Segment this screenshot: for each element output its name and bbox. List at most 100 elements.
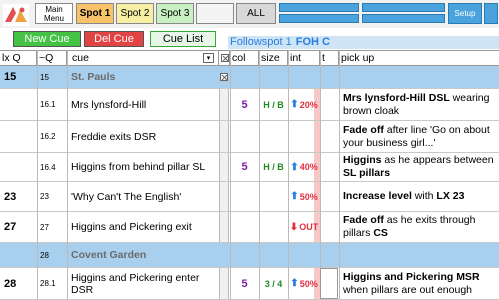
col-header-x[interactable]	[219, 51, 230, 66]
table-row[interactable]: 28 28.1 Higgins and Pickering enter DSR 5 3 …	[0, 268, 499, 300]
delete-cue-button[interactable]: Del Cue	[84, 31, 144, 47]
all-spots-tab[interactable]: ALL	[236, 3, 276, 24]
spot2-tab[interactable]: Spot 2	[116, 3, 154, 24]
lx-cue-number[interactable]	[0, 243, 37, 267]
dropdown-chevron-icon[interactable]: ▾	[203, 53, 214, 63]
close-icon[interactable]	[221, 54, 229, 62]
setup-button[interactable]: Setup	[448, 3, 482, 24]
cue-description[interactable]: St. Pauls	[67, 66, 219, 88]
col-header-lx[interactable]: lx Q	[0, 51, 37, 66]
lx-cue-number[interactable]: 23	[0, 182, 37, 211]
row-delete[interactable]	[219, 212, 229, 242]
main-menu-button[interactable]: Main Menu	[35, 3, 73, 24]
row-delete[interactable]	[219, 182, 229, 211]
cue-description[interactable]: Freddie exits DSR	[67, 121, 219, 152]
spot-cue-number[interactable]: 23	[37, 182, 67, 211]
spot3-tab[interactable]: Spot 3	[156, 3, 194, 24]
new-cue-button[interactable]: New Cue	[13, 31, 81, 47]
cue-description[interactable]: Covent Garden	[67, 243, 219, 267]
cue-list-button[interactable]: Cue List	[150, 31, 216, 47]
spot-cue-number[interactable]: 27	[37, 212, 67, 242]
blue-slot-2[interactable]	[279, 14, 359, 23]
pickup-notes[interactable]: Increase level with LX 23	[339, 182, 499, 211]
scene-row[interactable]: 28 Covent Garden	[0, 243, 499, 268]
lx-cue-number[interactable]: 15	[0, 66, 37, 88]
colour-value[interactable]	[230, 212, 259, 242]
size-value[interactable]: H / B	[259, 153, 288, 181]
col-header-pickup[interactable]: pick up	[339, 51, 499, 66]
pickup-notes[interactable]: Higgins and Pickering MSR when pillars a…	[339, 268, 499, 299]
divider	[259, 50, 260, 300]
size-value[interactable]: H / B	[259, 89, 288, 120]
blue-slot-3[interactable]	[362, 3, 445, 12]
lx-cue-number[interactable]	[0, 153, 37, 181]
table-row[interactable]: 16.4 Higgins from behind pillar SL 5 H / B ⬆…	[0, 153, 499, 182]
spot4-tab[interactable]	[196, 3, 234, 24]
app-logo-icon	[3, 4, 29, 26]
col-header-cue[interactable]: cue ▾	[67, 51, 219, 66]
pickup-notes[interactable]: Mrs lynsford-Hill DSL wearing brown cloa…	[339, 89, 499, 120]
row-delete[interactable]	[219, 89, 229, 120]
size-value[interactable]	[259, 212, 288, 242]
row-delete[interactable]	[219, 243, 229, 267]
pickup-text: Higgins as he appears between SL pillars	[343, 154, 499, 180]
col-header-t[interactable]: t	[320, 51, 339, 66]
lx-cue-number[interactable]	[0, 89, 37, 120]
intensity-value[interactable]	[288, 121, 320, 152]
colour-value[interactable]	[230, 182, 259, 211]
scene-row[interactable]: 15 15 St. Pauls	[0, 66, 499, 89]
colour-value[interactable]: 5	[230, 268, 259, 299]
intensity-label: 40%	[299, 162, 318, 172]
row-delete[interactable]	[219, 153, 229, 181]
table-row[interactable]: 27 27 Higgins and Pickering exit ⬇ OUT Fade o…	[0, 212, 499, 243]
cue-description[interactable]: Higgins and Pickering enter DSR	[67, 268, 219, 299]
spot-cue-number[interactable]: 16.2	[37, 121, 67, 152]
intensity-value[interactable]: ⬆ 40%	[288, 153, 320, 181]
lx-cue-number[interactable]: 28	[0, 268, 37, 299]
timing-field[interactable]	[320, 268, 338, 299]
spot-cue-number[interactable]: 28	[37, 243, 67, 267]
spot1-tab[interactable]: Spot 1	[76, 3, 114, 24]
close-icon[interactable]	[220, 73, 228, 81]
spot-cue-number[interactable]: 15	[37, 66, 67, 88]
pickup-notes[interactable]: Fade off after line 'Go on about your bu…	[339, 121, 499, 152]
intensity-value[interactable]: ⬇ OUT	[288, 212, 320, 242]
col-header-size[interactable]: size	[259, 51, 288, 66]
cue-description[interactable]: 'Why Can't The English'	[67, 182, 219, 211]
intensity-value[interactable]: ⬆ 50%	[288, 268, 320, 299]
spot-cue-number[interactable]: 16.1	[37, 89, 67, 120]
col-header-int[interactable]: int	[288, 51, 320, 66]
table-row[interactable]: 16.1 Mrs lynsford-Hill 5 H / B ⬆ 20% Mrs lynsf…	[0, 89, 499, 121]
row-delete[interactable]	[219, 121, 229, 152]
size-value[interactable]	[259, 121, 288, 152]
cue-description[interactable]: Higgins from behind pillar SL	[67, 153, 219, 181]
intensity-value[interactable]: ⬆ 50%	[288, 182, 320, 211]
spot-cue-number[interactable]: 16.4	[37, 153, 67, 181]
cue-description[interactable]: Higgins and Pickering exit	[67, 212, 219, 242]
blue-slot-1[interactable]	[279, 3, 359, 12]
colour-value[interactable]: 5	[230, 153, 259, 181]
followspot-position: FOH C	[295, 36, 330, 48]
lx-cue-number[interactable]: 27	[0, 212, 37, 242]
colour-value[interactable]	[230, 121, 259, 152]
spot-cue-number[interactable]: 28.1	[37, 268, 67, 299]
divider	[230, 50, 231, 300]
pickup-emphasis: Fade off	[343, 214, 384, 226]
size-value[interactable]: 3 / 4	[259, 268, 288, 299]
row-delete[interactable]	[219, 66, 229, 88]
table-row[interactable]: 16.2 Freddie exits DSR Fade off after lin…	[0, 121, 499, 153]
intensity-value[interactable]: ⬆ 20%	[288, 89, 320, 120]
lx-cue-number[interactable]	[0, 121, 37, 152]
colour-value[interactable]: 5	[230, 89, 259, 120]
col-header-cue-label: cue	[72, 52, 89, 64]
pickup-notes[interactable]: Fade off as he exits through pillars CS	[339, 212, 499, 242]
size-value[interactable]	[259, 182, 288, 211]
row-delete[interactable]	[219, 268, 229, 299]
table-row[interactable]: 23 23 'Why Can't The English' ⬆ 50% Increase…	[0, 182, 499, 212]
col-header-q[interactable]: ~Q	[37, 51, 67, 66]
blue-slot-4[interactable]	[362, 14, 445, 23]
extra-button[interactable]	[484, 3, 498, 24]
pickup-notes[interactable]: Higgins as he appears between SL pillars	[339, 153, 499, 181]
col-header-col[interactable]: col	[230, 51, 259, 66]
cue-description[interactable]: Mrs lynsford-Hill	[67, 89, 219, 120]
